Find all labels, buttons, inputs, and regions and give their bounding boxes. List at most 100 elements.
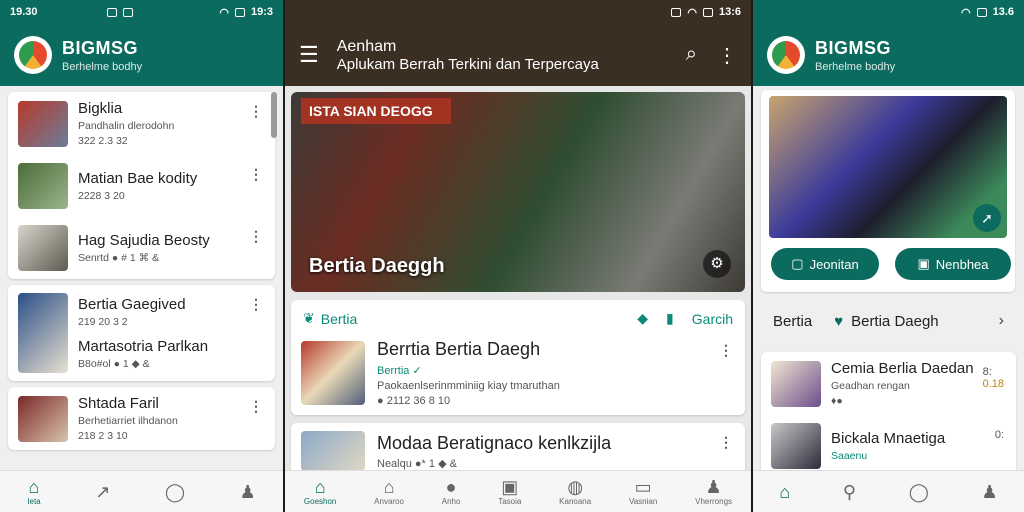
leaf-icon: ❦ (303, 310, 315, 326)
nav-profile[interactable]: ♟ Vherrongs (695, 477, 732, 506)
person-icon: ♟ (239, 481, 256, 502)
list-item[interactable]: Bickala Mnaetiga Saaenu 0: (761, 415, 1016, 477)
app-title: Aenham (336, 37, 397, 55)
nav-screen[interactable]: ▭ Vasnian (629, 477, 657, 506)
thumbnail (18, 225, 68, 271)
nav-trend[interactable]: ↗ (95, 482, 110, 502)
screen-list: 19.30 ◠ 19:3 BIGMSG Berhelme bodhy Bigkl… (0, 0, 283, 512)
more-icon[interactable]: ⋮ (249, 167, 263, 181)
mail-icon (107, 7, 118, 17)
hero-caption: Bertia Daeggh (309, 255, 445, 277)
brand-name: BIGMSG (62, 37, 139, 58)
pin-icon: ⚲ (842, 481, 857, 502)
search-icon[interactable]: ⌕ (686, 43, 697, 68)
thumbnail (771, 360, 821, 407)
wifi-icon: ◠ (960, 6, 971, 19)
feed-card: ❦ Bertia ◆ ▮ Garcih Berrtia Bertia Daegh… (291, 300, 745, 415)
battery-icon (234, 7, 245, 17)
heart-icon: ♥ (834, 312, 844, 330)
status-right: 13.6 (992, 6, 1014, 18)
nav-home[interactable]: ⌂ Goeshon (304, 477, 336, 506)
bottom-nav: ⌂ Goeshon ⌂ Anvaroo ● Anho ▣ Tasoia ◍ Kanoana… (285, 470, 751, 512)
brand-name: BIGMSG (815, 37, 892, 58)
more-icon[interactable]: ⋮ (249, 297, 263, 311)
nav-building[interactable]: ⌂ Anvaroo (374, 477, 404, 506)
dot-icon: ◆ (637, 310, 649, 326)
promo-button-1[interactable]: ▢ Jeonitan (771, 248, 879, 280)
screen-home: ◠ 13:6 ☰ Aenham Aplukam Berrah Terkini d… (285, 0, 751, 512)
list-item[interactable]: Matian Bae kodity 2228 3 20 ⋮ (8, 155, 275, 217)
nav-chat[interactable]: ◯ (165, 482, 185, 502)
more-icon[interactable]: ⋮ (249, 399, 263, 413)
person-icon: ♟ (981, 481, 998, 502)
status-bar: ◠ 13:6 (285, 0, 751, 24)
logo[interactable] (14, 36, 52, 74)
bottom-nav: ⌂ Ieta ↗ ◯ ♟ (0, 470, 283, 512)
nav-home[interactable]: ⌂ Ieta (27, 477, 40, 506)
tab-bertia[interactable]: Bertia (773, 313, 812, 330)
thumbnail (301, 341, 365, 405)
logo[interactable] (767, 36, 805, 74)
more-icon[interactable]: ⋮ (719, 435, 733, 449)
wifi-icon: ◠ (219, 6, 229, 19)
nav-circle[interactable]: ● Anho (442, 477, 461, 506)
app-bar: BIGMSG Berhelme bodhy (0, 24, 283, 86)
brand-sub: Berhelme bodhy (62, 60, 143, 73)
hero-card[interactable]: ISTA SIAN DEOGG Bertia Daeggh ⚙ (291, 92, 745, 292)
more-icon[interactable]: ⋮ (249, 229, 263, 243)
app-bar: ☰ Aenham Aplukam Berrah Terkini dan Terp… (285, 24, 751, 86)
status-right: 19:3 (250, 6, 273, 18)
promo-card: ➚ ▢ Jeonitan ▣ Nenbhea (761, 90, 1015, 292)
nav-chat[interactable]: ◯ (909, 482, 929, 502)
nav-home[interactable]: ⌂ (779, 482, 790, 502)
settings-icon[interactable]: ⚙ (703, 250, 731, 278)
feed-section-label: Bertia (320, 310, 358, 327)
brand-sub: Berhelme bodhy (815, 60, 896, 73)
nav-box[interactable]: ▣ Tasoia (498, 477, 521, 506)
list-item[interactable]: Bertia Gaegived 219 20 3 2 Martasotria P… (8, 285, 275, 381)
nav-profile[interactable]: ♟ (982, 482, 998, 502)
list-item[interactable]: Shtada Faril Berhetiarriet ilhdanon 218 … (8, 387, 275, 450)
share-icon[interactable]: ➚ (973, 204, 1001, 232)
thumbnail (301, 431, 365, 471)
more-icon[interactable]: ⋮ (719, 343, 733, 357)
battery-icon (702, 7, 713, 17)
image-icon (123, 7, 134, 17)
chat-icon: ◯ (164, 481, 185, 502)
tab-bertia-daegh[interactable]: ♥ Bertia Daegh (834, 313, 938, 330)
feed-item[interactable]: Berrtia Bertia Daegh Berrtia ✓ Paokaenls… (291, 331, 745, 415)
list-item[interactable]: Hag Sajudia Beosty Senrtd ● # 1 ⌘ & ⋮ (8, 217, 275, 279)
feed-action-label[interactable]: Garcih (692, 311, 733, 327)
nav-pin[interactable]: ⚲ (843, 482, 856, 502)
nav-lock[interactable]: ◍ Kanoana (559, 477, 591, 506)
thumbnail (18, 293, 68, 373)
screen-icon: ▭ (634, 477, 652, 497)
tab-bar: Bertia ♥ Bertia Daegh › (753, 304, 1024, 338)
thumbnail (771, 423, 821, 469)
status-time: 19.30 (10, 6, 38, 18)
screen-promo: ◠ 13.6 BIGMSG Berhelme bodhy ➚ ▢ Jeonita… (753, 0, 1024, 512)
list-item[interactable]: Cemia Berlia Daedan Geadhan rengan ♦● 8:… (761, 352, 1016, 415)
app-bar: BIGMSG Berhelme bodhy (753, 24, 1024, 86)
home-icon: ⌂ (779, 481, 791, 502)
nav-profile[interactable]: ♟ (240, 482, 256, 502)
promo-image[interactable]: ➚ (769, 96, 1007, 238)
home-icon: ⌂ (314, 477, 326, 497)
notification-icon (671, 7, 682, 17)
bookmark-icon[interactable]: ▮ (666, 310, 674, 327)
list-card: Cemia Berlia Daedan Geadhan rengan ♦● 8:… (761, 352, 1016, 477)
wifi-icon: ◠ (687, 6, 697, 19)
lock-icon: ◍ (567, 477, 584, 497)
scrollbar[interactable] (271, 92, 277, 138)
promo-button-2[interactable]: ▣ Nenbhea (895, 248, 1011, 280)
more-icon[interactable]: ⋮ (249, 104, 263, 118)
list-card: Shtada Faril Berhetiarriet ilhdanon 218 … (8, 387, 275, 450)
logo-icon (19, 41, 47, 69)
list-item[interactable]: Bigklia Pandhalin dlerodohn 322 2.3 32 ⋮ (8, 92, 275, 155)
screens: 19.30 ◠ 19:3 BIGMSG Berhelme bodhy Bigkl… (0, 0, 1024, 512)
status-bar: 19.30 ◠ 19:3 (0, 0, 283, 24)
chevron-right-icon[interactable]: › (999, 312, 1004, 330)
menu-icon[interactable]: ☰ (299, 42, 319, 68)
trend-icon: ↗ (95, 481, 111, 502)
more-icon[interactable]: ⋮ (717, 43, 737, 68)
